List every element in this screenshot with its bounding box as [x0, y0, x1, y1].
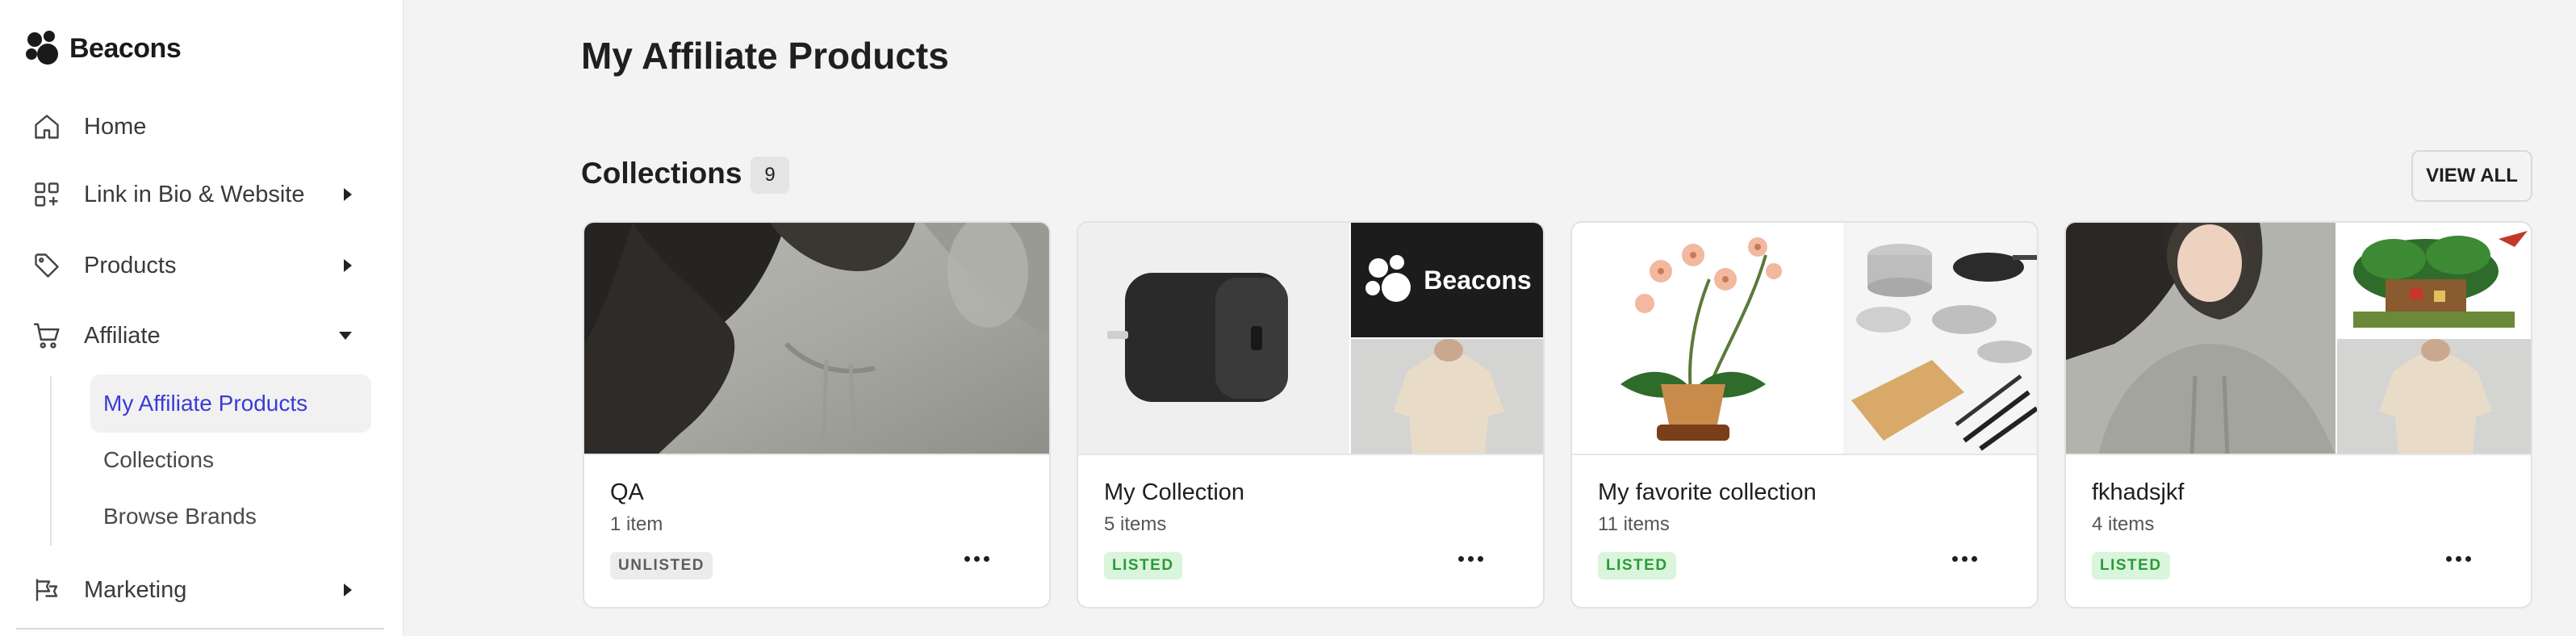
sidebar-item-marketing[interactable]: Marketing — [29, 566, 368, 614]
sidebar-item-affiliate[interactable]: Affiliate — [29, 312, 368, 360]
tshirt-image — [1351, 339, 1543, 454]
sidebar-item-label: Products — [84, 252, 177, 278]
collection-thumbnail — [2066, 223, 2531, 455]
hoodie-portrait-image — [2066, 223, 2336, 454]
collection-card-my-collection[interactable]: Beacons My Collection 5 items LISTED — [1077, 221, 1545, 609]
status-badge: LISTED — [1598, 552, 1676, 580]
status-badge: LISTED — [1104, 552, 1182, 580]
collections-title: Collections — [581, 157, 742, 190]
more-options-icon[interactable] — [1446, 542, 1495, 575]
view-all-button[interactable]: VIEW ALL — [2411, 150, 2532, 202]
sidebar-subitem-collections[interactable]: Collections — [90, 431, 371, 489]
collection-item-count: 11 items — [1598, 513, 1670, 535]
collection-title: fkhadsjkf — [2092, 479, 2185, 505]
sidebar-divider — [16, 628, 384, 630]
megaphone-icon — [29, 572, 65, 608]
collection-thumbnail — [584, 223, 1049, 455]
collection-title: My Collection — [1104, 479, 1245, 505]
collection-thumbnail — [1572, 223, 2037, 455]
beacons-logo-tile: Beacons — [1351, 223, 1543, 337]
caret-down-icon — [339, 332, 352, 340]
subnav-line — [50, 376, 52, 546]
home-icon — [29, 109, 65, 144]
more-options-icon[interactable] — [2434, 542, 2482, 575]
collections-count-badge: 9 — [751, 157, 789, 194]
tile-logo-text: Beacons — [1424, 265, 1532, 295]
beacons-logo-icon — [26, 31, 61, 66]
collection-item-count: 5 items — [1104, 513, 1167, 535]
caret-right-icon — [344, 584, 352, 596]
sidebar-subitem-browse-brands[interactable]: Browse Brands — [90, 487, 371, 546]
collection-item-count: 4 items — [2092, 513, 2155, 535]
tshirt-image — [2337, 339, 2531, 454]
orchid-image — [1572, 223, 1842, 454]
collection-card-qa[interactable]: QA 1 item UNLISTED — [583, 221, 1051, 609]
more-options-icon[interactable] — [1940, 542, 1988, 575]
sidebar-item-label: Home — [84, 113, 147, 140]
collection-title: QA — [610, 479, 644, 505]
page-title: My Affiliate Products — [581, 35, 949, 77]
sidebar-item-label: Affiliate — [84, 322, 161, 349]
sidebar-subitem-my-affiliate-products[interactable]: My Affiliate Products — [90, 374, 371, 433]
collection-title: My favorite collection — [1598, 479, 1817, 505]
more-options-icon[interactable] — [952, 542, 1001, 575]
sidebar-item-products[interactable]: Products — [29, 241, 368, 290]
charger-image — [1078, 223, 1349, 454]
collection-card-my-favorite-collection[interactable]: My favorite collection 11 items LISTED — [1570, 221, 2039, 609]
sidebar-item-link-in-bio[interactable]: Link in Bio & Website — [29, 170, 368, 219]
tag-icon — [29, 248, 65, 283]
cookware-image — [1843, 223, 2037, 454]
caret-right-icon — [344, 259, 352, 272]
lego-treehouse-image — [2337, 223, 2531, 337]
sidebar-item-home[interactable]: Home — [29, 103, 368, 151]
beacons-logo-icon — [1365, 255, 1416, 305]
status-badge: UNLISTED — [610, 552, 713, 580]
logo-text: Beacons — [69, 32, 182, 64]
collection-card-fkhadsjkf[interactable]: fkhadsjkf 4 items LISTED — [2064, 221, 2532, 609]
collection-thumbnail: Beacons — [1078, 223, 1543, 455]
collection-item-count: 1 item — [610, 513, 663, 535]
cart-icon — [29, 318, 65, 354]
sidebar-item-label: Marketing — [84, 576, 187, 603]
caret-right-icon — [344, 188, 352, 201]
status-badge: LISTED — [2092, 552, 2170, 580]
grid-plus-icon — [29, 177, 65, 212]
sidebar-item-label: Link in Bio & Website — [84, 181, 305, 207]
sidebar: Beacons Home Link in Bio & Website Produ… — [0, 0, 404, 636]
beacons-logo[interactable]: Beacons — [26, 31, 182, 66]
